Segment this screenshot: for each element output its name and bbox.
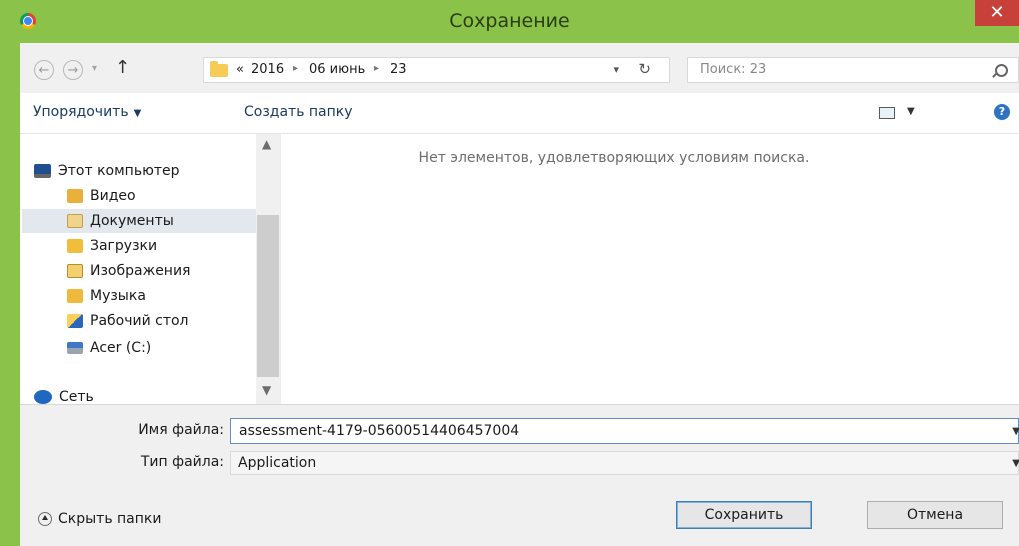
breadcrumb-23[interactable]: 23 bbox=[390, 62, 407, 77]
hide-folders-label: Скрыть папки bbox=[58, 511, 162, 527]
save-fields-panel: Имя файла: assessment-4179-0560051440645… bbox=[20, 404, 1019, 487]
hide-folders-toggle[interactable]: Скрыть папки bbox=[38, 511, 161, 527]
chevron-down-icon[interactable]: ▼ bbox=[1012, 426, 1019, 437]
nav-item-downloads[interactable]: Загрузки bbox=[67, 234, 157, 258]
search-icon[interactable] bbox=[995, 64, 1008, 77]
music-folder-icon bbox=[67, 289, 83, 303]
nav-item-music[interactable]: Музыка bbox=[67, 284, 146, 308]
desktop-folder-icon bbox=[67, 314, 83, 328]
forward-button[interactable]: → bbox=[63, 60, 83, 80]
nav-item-network[interactable]: Сеть bbox=[34, 385, 94, 404]
chevron-down-icon: ▼ bbox=[133, 108, 142, 119]
close-button[interactable]: ✕ bbox=[975, 0, 1019, 26]
organize-label: Упорядочить bbox=[33, 104, 129, 120]
nav-item-label: Этот компьютер bbox=[58, 163, 180, 179]
filetype-label: Тип файла: bbox=[140, 454, 224, 470]
window-frame-left bbox=[0, 43, 20, 546]
recent-locations-dropdown[interactable]: ▾ bbox=[92, 63, 97, 74]
chevron-down-icon[interactable]: ▼ bbox=[1012, 458, 1019, 469]
computer-icon bbox=[34, 164, 51, 178]
title-bar: Сохранение ✕ bbox=[0, 0, 1019, 43]
nav-item-label: Рабочий стол bbox=[90, 313, 189, 329]
filename-label: Имя файла: bbox=[138, 422, 224, 438]
breadcrumb-separator[interactable]: ▸ bbox=[374, 63, 379, 74]
collapse-icon bbox=[38, 512, 52, 526]
filetype-select[interactable]: Application ▼ bbox=[230, 451, 1019, 475]
nav-item-label: Изображения bbox=[90, 263, 191, 279]
nav-item-label: Музыка bbox=[90, 288, 146, 304]
video-folder-icon bbox=[67, 189, 83, 203]
network-icon bbox=[34, 390, 52, 404]
command-bar: Упорядочить ▼ Создать папку ▼ ? bbox=[20, 93, 1019, 134]
organize-menu[interactable]: Упорядочить ▼ bbox=[33, 104, 141, 120]
nav-item-label: Сеть bbox=[59, 389, 94, 404]
nav-item-drive-c[interactable]: Acer (C:) bbox=[67, 336, 151, 360]
filename-input[interactable]: assessment-4179-05600514406457004 ▼ bbox=[230, 418, 1019, 444]
scroll-down-icon[interactable]: ▼ bbox=[262, 383, 271, 397]
search-box[interactable]: Поиск: 23 bbox=[687, 57, 1019, 83]
path-history-dropdown[interactable]: ▾ bbox=[613, 63, 619, 76]
empty-results-message: Нет элементов, удовлетворяющих условиям … bbox=[418, 150, 810, 166]
cancel-button[interactable]: Отмена bbox=[867, 501, 1003, 529]
new-folder-button[interactable]: Создать папку bbox=[244, 104, 353, 120]
view-options-dropdown[interactable]: ▼ bbox=[907, 106, 915, 117]
up-folder-button[interactable]: ↑ bbox=[115, 57, 130, 78]
nav-item-label: Загрузки bbox=[90, 238, 158, 254]
scroll-thumb[interactable] bbox=[257, 215, 279, 377]
nav-item-video[interactable]: Видео bbox=[67, 184, 136, 208]
search-placeholder: Поиск: 23 bbox=[700, 62, 767, 77]
nav-item-desktop[interactable]: Рабочий стол bbox=[67, 309, 189, 333]
downloads-folder-icon bbox=[67, 239, 83, 253]
navigation-scrollbar[interactable]: ▲ ▼ bbox=[256, 134, 280, 404]
path-box[interactable]: « 2016 ▸ 06 июнь ▸ 23 ▾ ↻ bbox=[203, 57, 670, 83]
nav-item-documents[interactable]: Документы bbox=[22, 209, 258, 233]
documents-folder-icon bbox=[67, 214, 83, 228]
dialog-footer: Скрыть папки Сохранить Отмена bbox=[20, 486, 1019, 546]
breadcrumb-separator[interactable]: ▸ bbox=[293, 63, 298, 74]
nav-item-label: Видео bbox=[90, 188, 136, 204]
breadcrumb-2016[interactable]: 2016 bbox=[251, 62, 284, 77]
drive-icon bbox=[67, 342, 83, 354]
back-button[interactable]: ← bbox=[34, 60, 54, 80]
nav-item-label: Acer (C:) bbox=[90, 340, 152, 356]
view-options-icon[interactable] bbox=[879, 107, 895, 119]
address-bar: ← → ▾ ↑ « 2016 ▸ 06 июнь ▸ 23 ▾ ↻ Поиск:… bbox=[20, 43, 1019, 93]
folder-icon bbox=[210, 61, 228, 77]
save-button[interactable]: Сохранить bbox=[676, 501, 812, 529]
breadcrumb-june[interactable]: 06 июнь bbox=[309, 62, 365, 77]
file-list-area[interactable]: Нет элементов, удовлетворяющих условиям … bbox=[280, 134, 1019, 404]
breadcrumb-overflow[interactable]: « bbox=[236, 62, 244, 77]
help-icon[interactable]: ? bbox=[994, 104, 1010, 120]
nav-item-label: Документы bbox=[90, 213, 174, 229]
nav-item-this-pc[interactable]: Этот компьютер bbox=[34, 159, 180, 183]
scroll-up-icon[interactable]: ▲ bbox=[262, 137, 271, 151]
images-folder-icon bbox=[67, 264, 83, 278]
refresh-icon[interactable]: ↻ bbox=[638, 60, 651, 78]
nav-item-images[interactable]: Изображения bbox=[67, 259, 190, 283]
window-title: Сохранение bbox=[449, 10, 570, 32]
navigation-pane: Этот компьютер Видео Документы Загрузки … bbox=[20, 134, 280, 404]
filetype-value: Application bbox=[238, 455, 317, 471]
filename-value[interactable]: assessment-4179-05600514406457004 bbox=[239, 423, 519, 439]
